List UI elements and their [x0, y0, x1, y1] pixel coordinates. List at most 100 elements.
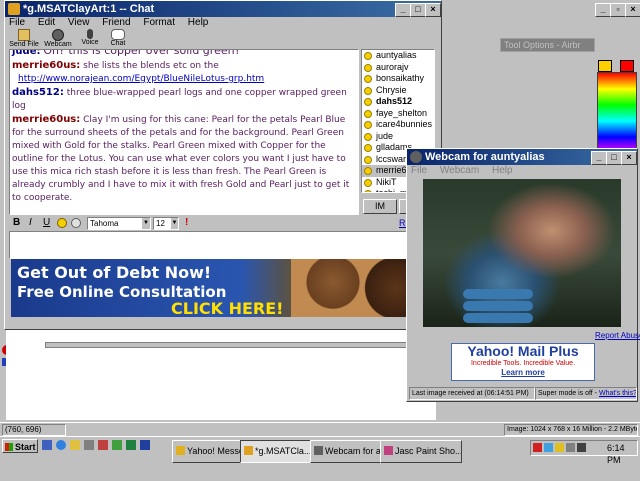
color-palette[interactable]: [597, 72, 637, 154]
chat-link[interactable]: http://www.norajean.com/Egypt/BlueNileLo…: [18, 74, 264, 84]
font-name-select[interactable]: Tahoma ▼: [87, 217, 151, 230]
webcam-status-left: Last image received at (06:14:51 PM): [409, 387, 535, 400]
restore-button-top[interactable]: ▫: [610, 3, 626, 17]
chat-window: *g.MSATClayArt:1 -- Chat _ □ × File Edit…: [4, 0, 442, 330]
tray-icon-1[interactable]: [533, 443, 542, 452]
smiley-icon: [364, 86, 372, 95]
voice-button[interactable]: Voice: [77, 29, 103, 49]
user-list-item[interactable]: auntyalias: [362, 50, 434, 62]
webcam-menu-help[interactable]: Help: [492, 165, 513, 176]
clay-log-2: [463, 301, 533, 311]
italic-button[interactable]: I: [29, 217, 32, 228]
quicklaunch-outlook-icon[interactable]: [70, 440, 80, 450]
menu-format[interactable]: Format: [143, 17, 175, 28]
quicklaunch-excel-icon[interactable]: [126, 440, 136, 450]
text-color-icon[interactable]: [71, 218, 81, 228]
chat-username: merrie60us:: [12, 114, 81, 125]
webcam-close-button[interactable]: ×: [621, 151, 637, 165]
bold-button[interactable]: B: [13, 217, 20, 228]
yahoo-ad-tagline: Incredible Tools. Incredible Value.: [470, 360, 576, 367]
chat-button[interactable]: Chat: [105, 29, 131, 49]
chat-transcript: jude: Oh? this is copper over solid gree…: [9, 49, 359, 215]
chat-username: merrie60us:: [12, 60, 81, 71]
quicklaunch-app2-icon[interactable]: [98, 440, 108, 450]
webcam-maximize-button[interactable]: □: [606, 151, 622, 165]
chat-minimize-button[interactable]: _: [395, 3, 411, 17]
clay-log-1: [463, 289, 533, 299]
webcam-minimize-button[interactable]: _: [591, 151, 607, 165]
foreground-swatch[interactable]: [598, 60, 612, 72]
smiley-icon: [364, 190, 372, 192]
webcam-button[interactable]: Webcam: [43, 29, 73, 49]
im-button[interactable]: IM: [363, 199, 397, 214]
buzz-icon[interactable]: !: [185, 217, 188, 228]
quicklaunch-app3-icon[interactable]: [112, 440, 122, 450]
report-abuse-link[interactable]: Report Abuse: [595, 331, 640, 340]
yahoo-ad-learn-more[interactable]: Learn more: [452, 368, 594, 378]
start-button[interactable]: Start: [2, 439, 38, 453]
underline-button[interactable]: U: [43, 217, 50, 228]
chevron-down-icon: ▼: [171, 218, 178, 229]
menu-edit[interactable]: Edit: [38, 17, 55, 28]
menu-view[interactable]: View: [68, 17, 90, 28]
chat-username: dahs512:: [12, 87, 64, 98]
user-list-item[interactable]: jude: [362, 131, 434, 143]
smiley-icon: [364, 75, 372, 83]
windows-logo-icon: [5, 443, 13, 451]
yahoo-mail-ad[interactable]: Yahoo! Mail Plus Incredible Tools. Incre…: [451, 343, 595, 381]
webcam-title-icon: [410, 151, 422, 163]
smiley-icon: [364, 98, 372, 106]
chat-icon: [111, 29, 125, 40]
message-input[interactable]: [9, 231, 439, 259]
menu-friend[interactable]: Friend: [102, 17, 130, 28]
smiley-icon: [364, 155, 372, 164]
webcam-menu-file[interactable]: File: [411, 165, 427, 176]
user-list-item[interactable]: icare4bunnies: [362, 119, 434, 131]
chat-toolbar: Send File Webcam Voice Chat: [7, 29, 437, 49]
debt-ad-banner[interactable]: Get Out of Debt Now! Free Online Consult…: [11, 259, 431, 317]
menu-help[interactable]: Help: [188, 17, 209, 28]
chevron-down-icon: ▼: [142, 218, 150, 229]
quicklaunch-ie-icon[interactable]: [56, 440, 66, 450]
send-file-button[interactable]: Send File: [9, 29, 39, 49]
quick-launch: [42, 440, 162, 452]
quicklaunch-word-icon[interactable]: [140, 440, 150, 450]
system-tray: 6:14 PM: [530, 440, 638, 465]
font-size-select[interactable]: 12 ▼: [153, 217, 179, 230]
background-swatch[interactable]: [620, 60, 634, 72]
webcam-window: Webcam for auntyalias _ □ × File Webcam …: [406, 148, 640, 402]
tray-volume-icon[interactable]: [577, 443, 586, 452]
quicklaunch-app-icon[interactable]: [84, 440, 94, 450]
ad-cta[interactable]: CLICK HERE!: [171, 299, 283, 317]
tool-options-panel-title: Tool Options - Airbr: [500, 38, 595, 52]
user-list-item[interactable]: faye_shelton: [362, 108, 434, 120]
paint-shop-icon: [384, 446, 393, 455]
chat-maximize-button[interactable]: □: [410, 3, 426, 17]
smiley-icon: [364, 178, 372, 187]
user-list-item[interactable]: bonsaikathy: [362, 73, 434, 85]
tray-icon-4[interactable]: [566, 443, 575, 452]
webcam-menu-webcam[interactable]: Webcam: [440, 165, 479, 176]
user-list-item[interactable]: aurorajv: [362, 62, 434, 74]
super-mode-label: Super mode is off -: [538, 390, 598, 397]
user-list-item[interactable]: dahs512: [362, 96, 434, 108]
smiley-icon: [364, 63, 372, 72]
voice-icon: [87, 29, 93, 39]
quicklaunch-desktop-icon[interactable]: [42, 440, 52, 450]
menu-file[interactable]: File: [9, 17, 25, 28]
smiley-icon: [364, 109, 372, 118]
webcam-video-feed: [423, 179, 621, 327]
chat-text: Oh? this is copper over solid green?: [43, 49, 241, 57]
tray-icon-3[interactable]: [555, 443, 564, 452]
taskbar-item-paint-shop[interactable]: Jasc Paint Sho...: [380, 440, 462, 463]
emoticon-icon[interactable]: [57, 218, 67, 228]
chat-close-button[interactable]: ×: [425, 3, 441, 17]
smiley-icon: [364, 144, 372, 152]
whats-this-link[interactable]: What's this?: [599, 390, 636, 397]
user-list-item[interactable]: Chrysie: [362, 85, 434, 97]
canvas-scrollbar[interactable]: [45, 342, 407, 348]
close-button-top[interactable]: ×: [625, 3, 640, 17]
tray-icon-2[interactable]: [544, 443, 553, 452]
chat-message: jude: Oh? this is copper over solid gree…: [12, 49, 356, 59]
minimize-button-top[interactable]: _: [595, 3, 611, 17]
